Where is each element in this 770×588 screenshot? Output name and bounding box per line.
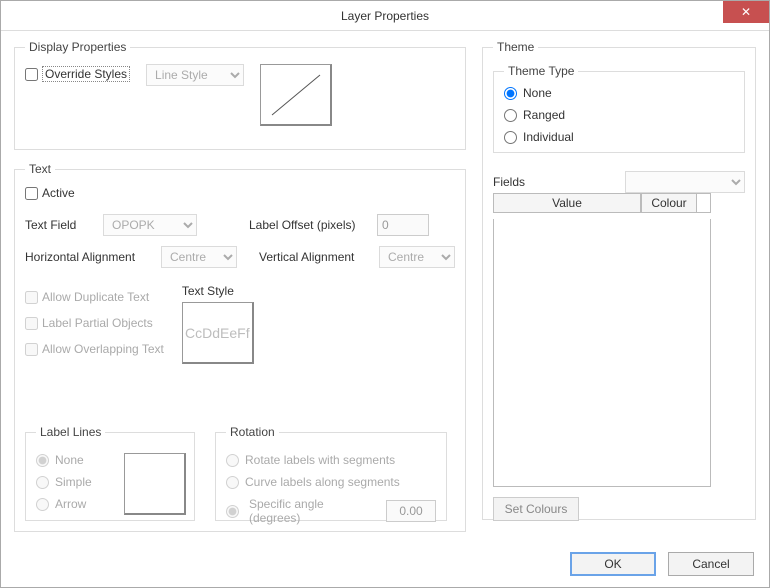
theme-table-value-header[interactable]: Value <box>493 193 641 213</box>
active-text: Active <box>42 186 75 200</box>
theme-table-spacer <box>697 193 711 213</box>
rotation-curve-radio[interactable] <box>226 476 239 489</box>
rotation-angle-text: Specific angle (degrees) <box>249 497 376 525</box>
label-lines-group: Label Lines None Simple Arrow <box>25 425 195 521</box>
titlebar: Layer Properties ✕ <box>1 1 769 31</box>
text-group: Text Active Text Field OPOPK Label Offse… <box>14 162 466 532</box>
text-style-preview[interactable]: CcDdEeFf <box>182 302 254 364</box>
label-offset-input[interactable] <box>377 214 429 236</box>
line-style-select[interactable]: Line Style <box>146 64 244 86</box>
set-colours-button[interactable]: Set Colours <box>493 497 579 521</box>
theme-table-body[interactable] <box>493 219 711 487</box>
theme-table-header: Value Colour <box>493 193 711 213</box>
theme-table-colour-header[interactable]: Colour <box>641 193 697 213</box>
rotation-rotate-text: Rotate labels with segments <box>245 453 395 467</box>
allow-duplicate-text: Allow Duplicate Text <box>42 290 149 304</box>
theme-individual-label[interactable]: Individual <box>504 130 734 144</box>
allow-duplicate-checkbox-label[interactable]: Allow Duplicate Text <box>25 290 164 304</box>
footer: OK Cancel <box>0 540 770 588</box>
label-lines-simple-text: Simple <box>55 475 92 489</box>
theme-individual-radio[interactable] <box>504 131 517 144</box>
theme-none-text: None <box>523 86 552 100</box>
active-checkbox-label[interactable]: Active <box>25 186 75 200</box>
allow-overlap-checkbox[interactable] <box>25 343 38 356</box>
label-lines-arrow-text: Arrow <box>55 497 86 511</box>
theme-none-label[interactable]: None <box>504 86 734 100</box>
cancel-button[interactable]: Cancel <box>668 552 754 576</box>
dialog-body: Display Properties Override Styles Line … <box>0 30 770 540</box>
theme-type-group: Theme Type None Ranged Individual <box>493 64 745 153</box>
display-properties-group: Display Properties Override Styles Line … <box>14 40 466 150</box>
v-align-label: Vertical Alignment <box>259 250 371 264</box>
active-checkbox[interactable] <box>25 187 38 200</box>
label-lines-simple-radio[interactable] <box>36 476 49 489</box>
theme-type-legend: Theme Type <box>504 64 578 78</box>
allow-duplicate-checkbox[interactable] <box>25 291 38 304</box>
label-lines-none-text: None <box>55 453 84 467</box>
rotation-group: Rotation Rotate labels with segments Cur… <box>215 425 447 521</box>
display-properties-legend: Display Properties <box>25 40 130 54</box>
text-legend: Text <box>25 162 55 176</box>
v-align-select[interactable]: Centre <box>379 246 455 268</box>
label-offset-label: Label Offset (pixels) <box>249 218 363 232</box>
right-column: Theme Theme Type None Ranged Individual <box>482 40 756 520</box>
override-styles-checkbox-label[interactable]: Override Styles <box>25 66 130 82</box>
rotation-legend: Rotation <box>226 425 279 439</box>
theme-none-radio[interactable] <box>504 87 517 100</box>
label-lines-preview[interactable] <box>124 453 186 515</box>
theme-individual-text: Individual <box>523 130 574 144</box>
rotation-angle-radio[interactable] <box>226 505 239 518</box>
rotation-rotate-label[interactable]: Rotate labels with segments <box>226 453 436 467</box>
text-style-preview-text: CcDdEeFf <box>185 325 250 341</box>
theme-legend: Theme <box>493 40 538 54</box>
theme-ranged-radio[interactable] <box>504 109 517 122</box>
text-field-select[interactable]: OPOPK <box>103 214 197 236</box>
theme-ranged-label[interactable]: Ranged <box>504 108 734 122</box>
theme-group: Theme Theme Type None Ranged Individual <box>482 40 756 520</box>
label-lines-none-radio[interactable] <box>36 454 49 467</box>
override-styles-checkbox[interactable] <box>25 68 38 81</box>
label-partial-text: Label Partial Objects <box>42 316 153 330</box>
theme-ranged-text: Ranged <box>523 108 565 122</box>
h-align-label: Horizontal Alignment <box>25 250 153 264</box>
close-icon: ✕ <box>741 5 751 19</box>
label-lines-legend: Label Lines <box>36 425 105 439</box>
rotation-curve-label[interactable]: Curve labels along segments <box>226 475 436 489</box>
allow-overlap-text: Allow Overlapping Text <box>42 342 164 356</box>
label-partial-checkbox[interactable] <box>25 317 38 330</box>
window-title: Layer Properties <box>341 9 429 23</box>
left-column: Display Properties Override Styles Line … <box>14 40 466 532</box>
override-styles-text: Override Styles <box>42 66 130 82</box>
rotation-rotate-radio[interactable] <box>226 454 239 467</box>
text-style-label: Text Style <box>182 284 254 298</box>
line-style-preview[interactable] <box>260 64 332 126</box>
fields-select[interactable] <box>625 171 745 193</box>
rotation-curve-text: Curve labels along segments <box>245 475 400 489</box>
label-lines-arrow-radio[interactable] <box>36 498 49 511</box>
fields-label: Fields <box>493 175 525 189</box>
ok-button[interactable]: OK <box>570 552 656 576</box>
rotation-angle-label[interactable]: Specific angle (degrees) <box>226 497 436 525</box>
label-partial-checkbox-label[interactable]: Label Partial Objects <box>25 316 164 330</box>
h-align-select[interactable]: Centre <box>161 246 237 268</box>
text-field-label: Text Field <box>25 218 89 232</box>
close-button[interactable]: ✕ <box>723 1 769 23</box>
rotation-angle-input[interactable] <box>386 500 436 522</box>
line-icon <box>266 69 326 121</box>
allow-overlap-checkbox-label[interactable]: Allow Overlapping Text <box>25 342 164 356</box>
